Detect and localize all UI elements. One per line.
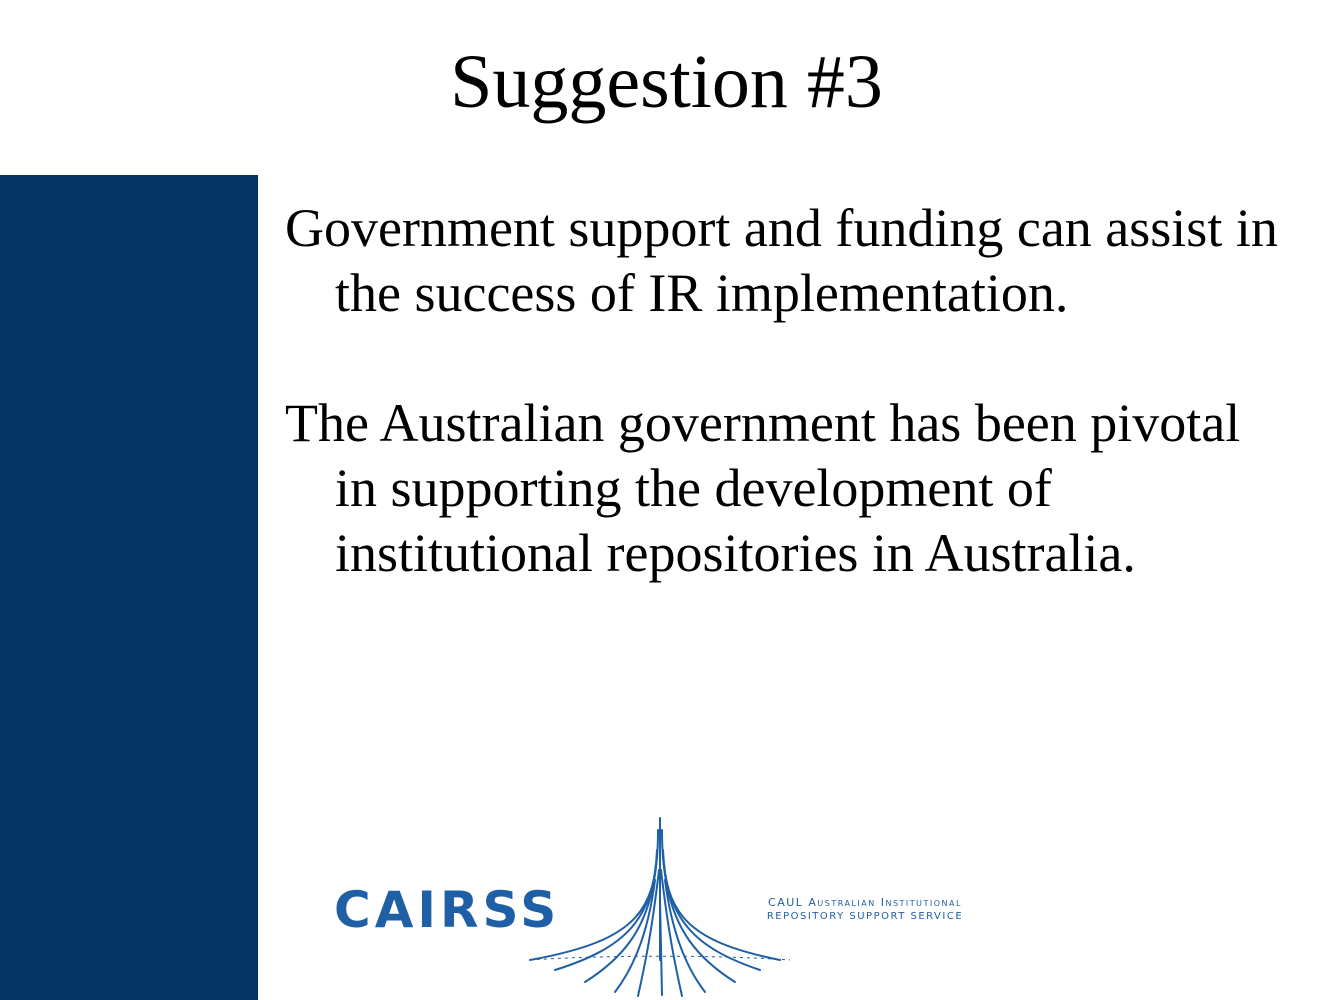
body-paragraph-1: Government support and funding can assis… — [285, 198, 1278, 323]
sidebar-band — [0, 175, 258, 1000]
slide-title: Suggestion #3 — [450, 40, 883, 124]
slide: Suggestion #3 Government support and fun… — [0, 0, 1333, 1000]
body-paragraph-2: The Australian government has been pivot… — [285, 393, 1241, 583]
logo-tagline-line-2: repository support service — [766, 911, 964, 922]
cairss-logo: CAIRSS CAUL Australian Institutional REP… — [330, 810, 1010, 1000]
logo-tagline: CAUL Australian Institutional repository… — [720, 896, 1010, 924]
logo-tagline-line-1: CAUL Australian Institutional — [768, 896, 962, 909]
slide-body: Government support and funding can assis… — [285, 196, 1295, 586]
